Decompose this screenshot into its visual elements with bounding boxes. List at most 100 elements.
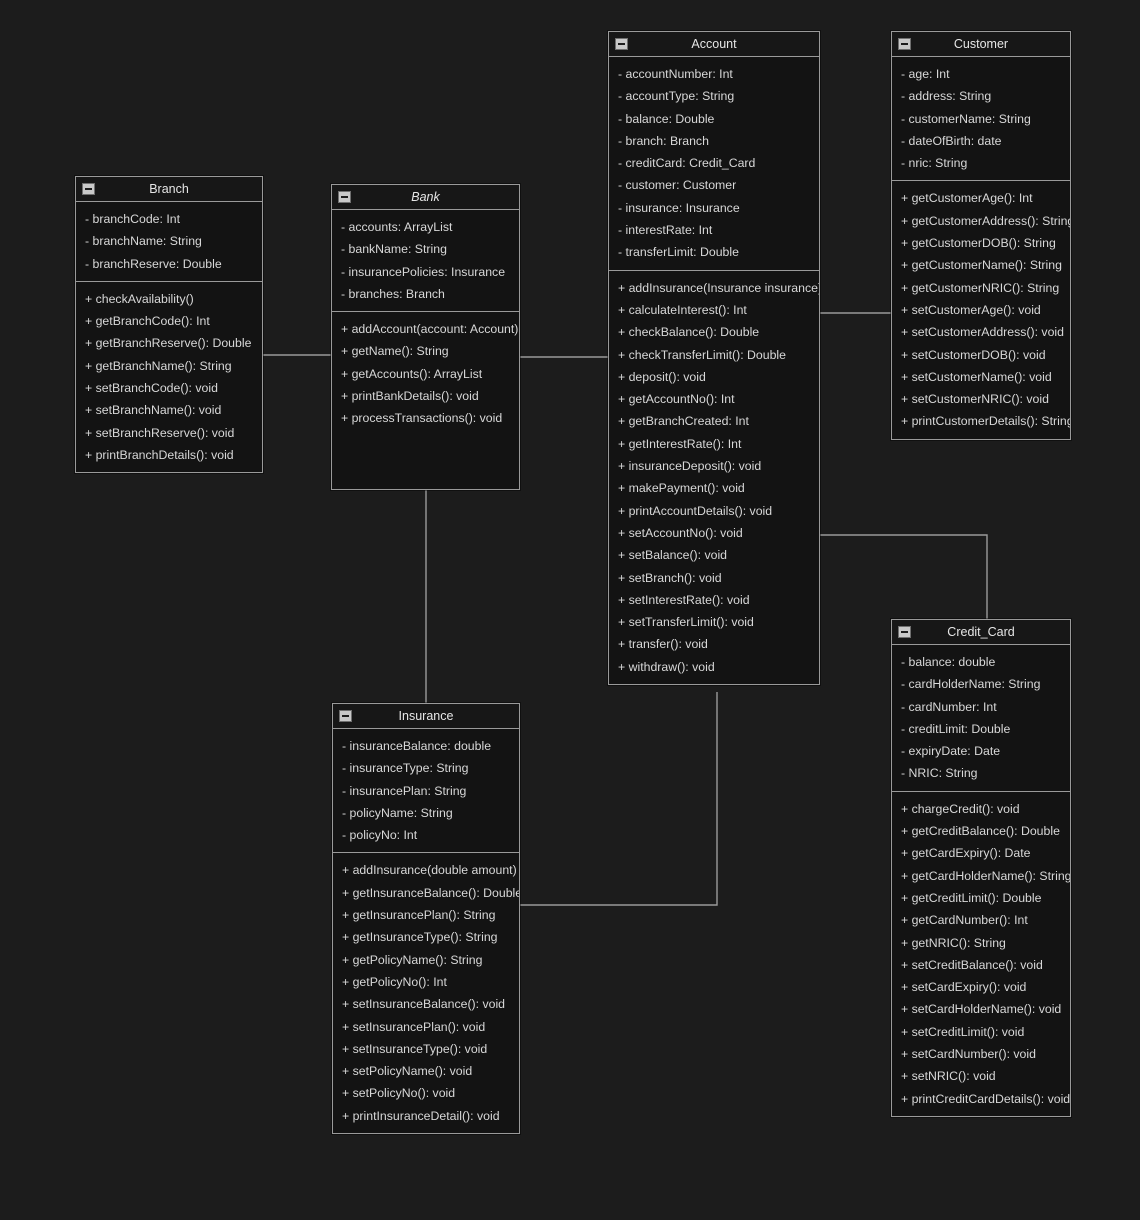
class-title-bar-customer: Customer — [892, 32, 1070, 57]
method: + printAccountDetails(): void — [618, 503, 773, 518]
attribute: - interestRate: Int — [618, 223, 713, 238]
method: + printBankDetails(): void — [341, 389, 479, 404]
attribute: - creditCard: Credit_Card — [618, 156, 756, 171]
attributes-compartment-bank: - accounts: ArrayList - bankName: String -… — [332, 210, 519, 311]
method: + makePayment(): void — [618, 481, 745, 496]
method: + getPolicyNo(): Int — [342, 974, 447, 989]
attribute: - insuranceType: String — [342, 761, 469, 776]
methods-compartment-customer: + getCustomerAge(): Int + getCustomerAddr… — [892, 180, 1070, 438]
method: + printBranchDetails(): void — [85, 447, 234, 462]
method: + getNRIC(): String — [901, 935, 1006, 950]
attribute: - branchReserve: Double — [85, 256, 222, 271]
class-name: Insurance — [398, 709, 454, 723]
attribute: - transferLimit: Double — [618, 245, 739, 260]
method: + addInsurance(Insurance insurance) — [618, 280, 819, 295]
methods-compartment-credit_card: + chargeCredit(): void + getCreditBalance… — [892, 790, 1070, 1116]
method: + checkBalance(): Double — [618, 325, 760, 340]
attributes-compartment-branch: - branchCode: Int - branchName: String - b… — [76, 202, 262, 281]
attribute: - branchCode: Int — [85, 212, 181, 226]
attribute: - NRIC: String — [901, 766, 978, 781]
attribute: - cardHolderName: String — [901, 677, 1041, 692]
attribute: - insurancePlan: String — [342, 783, 467, 798]
collapse-icon[interactable] — [338, 191, 351, 203]
collapse-icon[interactable] — [615, 38, 628, 50]
attribute: - address: String — [901, 89, 992, 104]
method: + getName(): String — [341, 344, 449, 359]
method: + setAccountNo(): void — [618, 525, 743, 540]
method: + getBranchName(): String — [85, 358, 232, 373]
class-name: Account — [691, 37, 737, 51]
uml-class-branch[interactable]: Branch - branchCode: Int - branchName: Str… — [75, 176, 263, 474]
methods-compartment-insurance: + addInsurance(double amount) + getInsura… — [333, 852, 519, 1133]
method: + getBranchCode(): Int — [85, 314, 210, 329]
uml-class-credit_card[interactable]: Credit_Card - balance: double - cardHolder… — [891, 619, 1071, 1117]
collapse-icon[interactable] — [82, 183, 95, 195]
method: + addAccount(account: Account) — [341, 322, 519, 337]
attribute: - balance: double — [901, 655, 996, 669]
collapse-icon[interactable] — [898, 38, 911, 50]
method: + processTransactions(): void — [341, 411, 503, 426]
method: + insuranceDeposit(): void — [618, 459, 762, 474]
attribute: - branches: Branch — [341, 286, 445, 301]
method: + setTransferLimit(): void — [618, 615, 754, 630]
association-insurance-account[interactable] — [520, 692, 718, 906]
method: + setPolicyName(): void — [342, 1064, 473, 1079]
methods-compartment-bank: + addAccount(account: Account) + getName(… — [332, 311, 519, 435]
attribute: - accountNumber: Int — [618, 67, 733, 81]
method: + setCustomerAge(): void — [901, 302, 1041, 317]
association-account-creditcard[interactable] — [820, 534, 988, 619]
class-name: Branch — [149, 182, 189, 196]
attribute: - expiryDate: Date — [901, 744, 1001, 759]
method: + getAccounts(): ArrayList — [341, 366, 483, 381]
method: + getInterestRate(): Int — [618, 436, 742, 451]
method: + getBranchCreated: Int — [618, 414, 749, 429]
method: + chargeCredit(): void — [901, 801, 1020, 816]
class-title-bar-credit_card: Credit_Card — [892, 620, 1070, 645]
method: + setCustomerAddress(): void — [901, 325, 1064, 340]
method: + getBranchReserve(): Double — [85, 336, 252, 351]
attribute: - branch: Branch — [618, 133, 709, 148]
attributes-compartment-insurance: - insuranceBalance: double - insuranceTyp… — [333, 729, 519, 852]
attribute: - nric: String — [901, 156, 968, 171]
method: + addInsurance(double amount) — [342, 863, 517, 878]
collapse-icon[interactable] — [339, 710, 352, 722]
method: + getCustomerAddress(): String — [901, 213, 1070, 228]
attribute: - insuranceBalance: double — [342, 739, 492, 753]
class-title-bar-branch: Branch — [76, 177, 262, 202]
uml-class-customer[interactable]: Customer - age: Int - address: String - cus… — [891, 31, 1071, 440]
method: + setPolicyNo(): void — [342, 1086, 456, 1101]
attribute: - balance: Double — [618, 111, 715, 126]
method: + setCreditLimit(): void — [901, 1024, 1025, 1039]
method: + setCreditBalance(): void — [901, 957, 1043, 972]
method: + getAccountNo(): Int — [618, 392, 735, 407]
diagram-canvas: Branch - branchCode: Int - branchName: Str… — [0, 0, 1140, 1220]
uml-class-insurance[interactable]: Insurance - insuranceBalance: double - ins… — [332, 703, 520, 1135]
method: + setNRIC(): void — [901, 1069, 996, 1084]
method: + checkTransferLimit(): Double — [618, 347, 787, 362]
method: + getCreditLimit(): Double — [901, 890, 1042, 905]
attribute: - accounts: ArrayList — [341, 220, 453, 234]
class-name: Bank — [411, 190, 440, 204]
method: + getCardHolderName(): String — [901, 868, 1070, 883]
attribute: - age: Int — [901, 67, 950, 81]
method: + setInsuranceType(): void — [342, 1041, 488, 1056]
class-title-bar-bank: Bank — [332, 185, 519, 210]
methods-compartment-branch: + checkAvailability() + getBranchCode(): … — [76, 280, 262, 472]
attributes-compartment-account: - accountNumber: Int - accountType: Strin… — [609, 57, 819, 270]
method: + checkAvailability() — [85, 291, 194, 306]
method: + getCardExpiry(): Date — [901, 846, 1031, 861]
method: + setInsurancePlan(): void — [342, 1019, 486, 1034]
uml-class-account[interactable]: Account - accountNumber: Int - accountType… — [608, 31, 820, 686]
method: + setInterestRate(): void — [618, 592, 750, 607]
method: + setBalance(): void — [618, 548, 728, 563]
collapse-icon[interactable] — [898, 626, 911, 638]
method: + getCreditBalance(): Double — [901, 824, 1060, 839]
method: + withdraw(): void — [618, 659, 715, 674]
method: + setCustomerName(): void — [901, 369, 1052, 384]
method: + getCustomerName(): String — [901, 258, 1062, 273]
method: + setCardHolderName(): void — [901, 1002, 1062, 1017]
attributes-compartment-customer: - age: Int - address: String - customerNam… — [892, 57, 1070, 180]
attribute: - creditLimit: Double — [901, 721, 1011, 736]
class-title-bar-account: Account — [609, 32, 819, 57]
uml-class-bank[interactable]: Bank - accounts: ArrayList - bankName: Str… — [331, 184, 520, 490]
